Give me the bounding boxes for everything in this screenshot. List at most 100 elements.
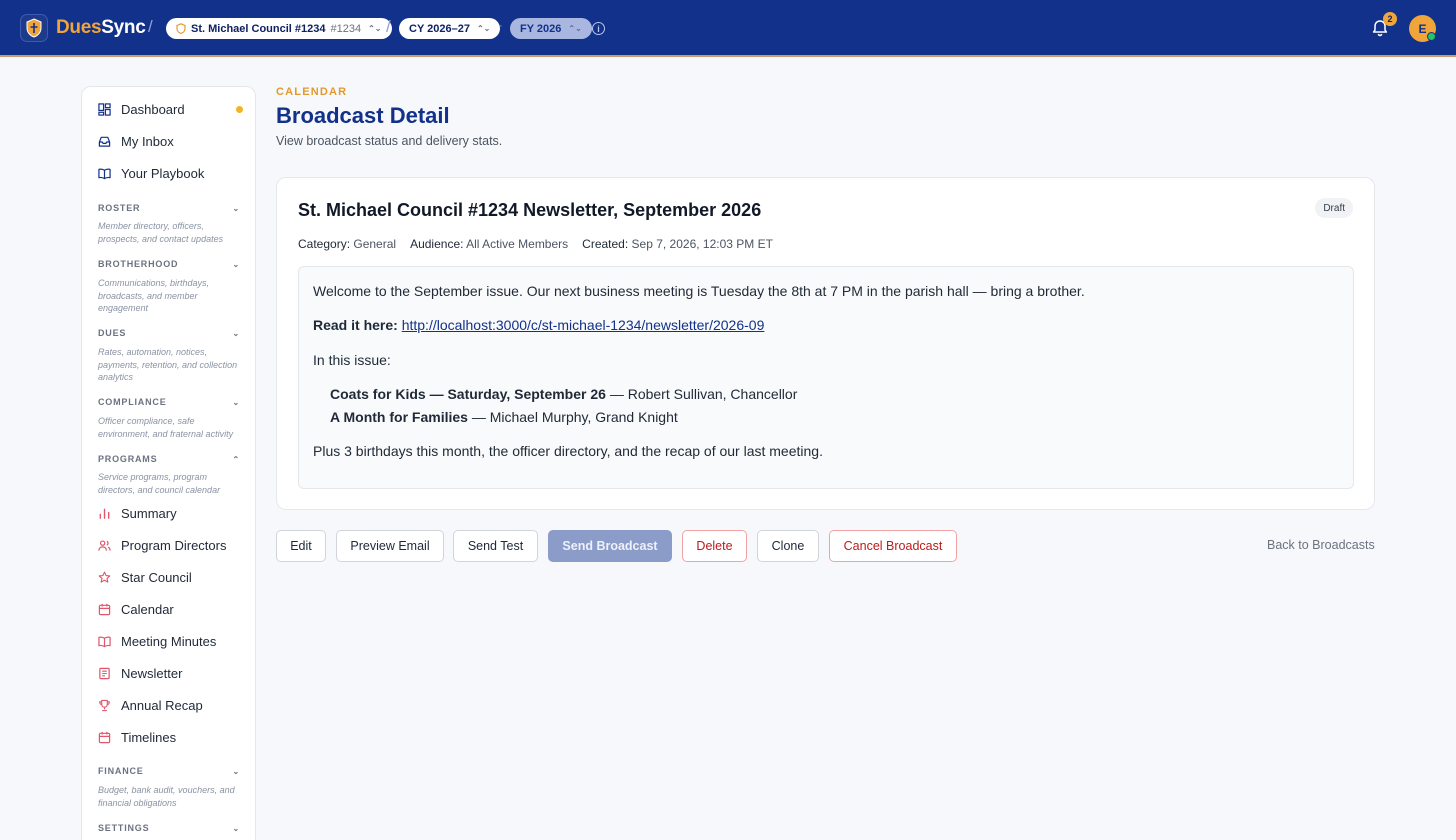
top-bar: DuesSync / St. Michael Council #1234 #12… [0,0,1456,57]
clone-button[interactable]: Clone [757,530,819,562]
chevron-updown-icon: ⌃⌄ [476,24,491,33]
notification-badge: 2 [1383,12,1397,26]
broadcast-title: St. Michael Council #1234 Newsletter, Se… [298,200,762,220]
sidebar-item-label: My Inbox [121,133,174,149]
newsletter-link[interactable]: http://localhost:3000/c/st-michael-1234/… [402,317,765,333]
dashboard-icon [98,102,111,116]
sidebar-item-label: Program Directors [121,537,227,553]
sidebar-item-label: Timelines [121,729,177,745]
chevron-up-icon: ⌃ [232,454,240,464]
broadcast-meta: Category: General Audience: All Active M… [298,237,773,251]
section-header-programs[interactable]: PROGRAMS ⌃ [98,454,240,464]
broadcast-card: St. Michael Council #1234 Newsletter, Se… [276,177,1375,510]
section-header-dues[interactable]: DUES ⌄ [98,328,240,338]
status-badge: Draft [1315,198,1353,218]
broadcast-body: Welcome to the September issue. Our next… [298,266,1354,489]
sidebar-item-meeting-minutes[interactable]: Meeting Minutes [98,631,243,651]
issue-item: Coats for Kids — Saturday, September 26 … [330,386,798,402]
issue-item: A Month for Families — Michael Murphy, G… [330,409,678,425]
online-status-indicator [1427,32,1436,41]
section-header-brotherhood[interactable]: BROTHERHOOD ⌄ [98,259,240,269]
meta-created: Created: Sep 7, 2026, 12:03 PM ET [582,237,773,251]
sidebar-item-label: Calendar [121,601,174,617]
sidebar-item-label: Newsletter [121,665,183,681]
sidebar-item-program-directors[interactable]: Program Directors [98,535,243,555]
sidebar-item-your-playbook[interactable]: Your Playbook [98,163,243,183]
council-name: St. Michael Council #1234 [191,22,326,35]
newspaper-icon [99,667,110,679]
breadcrumb-separator: / [148,17,153,36]
dot-separator: · [499,20,503,32]
body-outro: Plus 3 birthdays this month, the officer… [313,443,823,459]
send-broadcast-button[interactable]: Send Broadcast [548,530,672,562]
chevron-down-icon: ⌄ [232,397,240,407]
users-icon [98,539,111,551]
section-description: Officer compliance, safe environment, an… [98,416,234,439]
calendar-icon [98,603,111,615]
sidebar-item-newsletter[interactable]: Newsletter [98,663,243,683]
council-number: #1234 [330,22,362,35]
body-in-this-issue: In this issue: [313,352,391,368]
chevron-down-icon: ⌄ [232,259,240,269]
chevron-down-icon: ⌄ [232,328,240,338]
sidebar-item-label: Dashboard [121,101,185,117]
sidebar-item-label: Your Playbook [121,165,205,181]
section-header-roster[interactable]: ROSTER ⌄ [98,203,240,213]
attention-dot [236,105,243,113]
page-subtitle: View broadcast status and delivery stats… [276,134,503,148]
cy-label: CY 2026–27 [409,22,470,35]
preview-email-button[interactable]: Preview Email [336,530,444,562]
back-to-broadcasts-link[interactable]: Back to Broadcasts [1267,538,1375,552]
chevron-down-icon: ⌄ [232,203,240,213]
section-description: Service programs, program directors, and… [98,472,221,495]
delete-button[interactable]: Delete [682,530,747,562]
council-selector[interactable]: St. Michael Council #1234 #1234 ⌃⌄ [166,18,392,39]
read-label: Read it here: [313,317,398,333]
book-icon [98,167,111,179]
sidebar-item-timelines[interactable]: Timelines [98,727,243,747]
info-icon[interactable]: i [592,22,605,35]
calendar-icon [98,731,111,743]
bar-chart-icon [99,508,110,519]
cy-selector[interactable]: CY 2026–27 ⌃⌄ [399,18,501,39]
sidebar: Dashboard My Inbox Your Playbook ROSTER ⌄… [81,86,256,840]
chevron-down-icon: ⌄ [232,823,240,833]
chevron-updown-icon: ⌃⌄ [368,24,382,33]
section-description: Member directory, officers, prospects, a… [98,221,224,244]
section-header-compliance[interactable]: COMPLIANCE ⌄ [98,397,240,407]
fy-selector[interactable]: FY 2026 ⌃⌄ [510,18,592,39]
body-read-link-line: Read it here: http://localhost:3000/c/st… [313,317,764,333]
brand-name[interactable]: DuesSync [56,17,146,39]
breadcrumb-separator: / [386,17,391,36]
section-header-settings[interactable]: SETTINGS ⌄ [98,823,240,833]
edit-button[interactable]: Edit [276,530,326,562]
fy-label: FY 2026 [520,22,562,35]
sidebar-item-my-inbox[interactable]: My Inbox [98,131,243,151]
section-description: Rates, automation, notices, payments, re… [98,347,238,382]
section-header-finance[interactable]: FINANCE ⌄ [98,766,240,776]
section-description: Communications, birthdays, broadcasts, a… [98,278,210,313]
cancel-broadcast-button[interactable]: Cancel Broadcast [829,530,957,562]
sidebar-item-label: Star Council [121,569,192,585]
sidebar-item-calendar[interactable]: Calendar [98,599,243,619]
sidebar-item-dashboard[interactable]: Dashboard [98,99,243,119]
page-title: Broadcast Detail [276,103,450,128]
body-intro: Welcome to the September issue. Our next… [313,283,1085,299]
sidebar-item-summary[interactable]: Summary [98,503,243,523]
book-open-icon [98,635,111,647]
chevron-down-icon: ⌄ [232,766,240,776]
chevron-updown-icon: ⌃⌄ [568,24,582,33]
sidebar-item-annual-recap[interactable]: Annual Recap [98,695,243,715]
sidebar-item-label: Summary [121,505,177,521]
sidebar-item-label: Meeting Minutes [121,633,217,649]
star-icon [98,571,111,583]
section-description: Budget, bank audit, vouchers, and financ… [98,785,235,808]
sidebar-item-star-council[interactable]: Star Council [98,567,243,587]
trophy-icon [99,699,110,711]
meta-audience: Audience: All Active Members [410,237,569,251]
page-eyebrow: CALENDAR [276,86,348,98]
shield-icon [176,23,186,34]
send-test-button[interactable]: Send Test [453,530,538,562]
sidebar-item-label: Annual Recap [121,697,203,713]
logo-icon[interactable] [20,14,48,42]
